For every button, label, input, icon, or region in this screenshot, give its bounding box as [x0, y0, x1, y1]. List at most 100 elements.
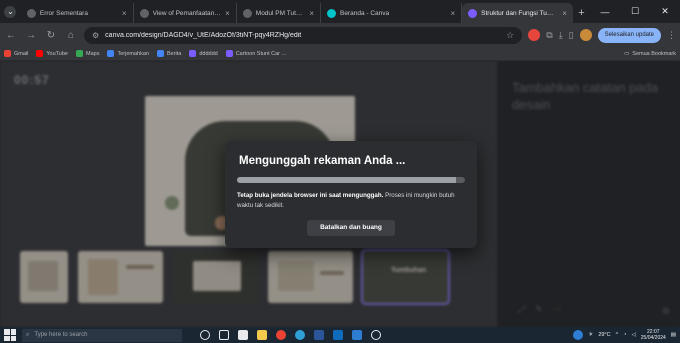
- weather-temp[interactable]: 29°C: [598, 332, 610, 338]
- bookmark-item[interactable]: dddddd: [189, 50, 218, 57]
- tab-close-icon[interactable]: ×: [225, 9, 230, 18]
- news-icon: [156, 50, 164, 57]
- address-bar-row: ← → ↻ ⌂ ⚙ canva.com/design/DAGD4/v_UtE/A…: [0, 23, 680, 47]
- tab-close-icon[interactable]: ×: [450, 9, 455, 18]
- tab-title: Modul PM Tutorial Canva /...: [255, 9, 306, 17]
- cortana-icon[interactable]: [200, 330, 210, 340]
- extensions-puzzle-icon[interactable]: ⧉: [546, 30, 552, 41]
- taskbar-apps: [200, 330, 381, 340]
- youtube-icon: [36, 50, 44, 57]
- browser-tab[interactable]: Modul PM Tutorial Canva /... ×: [237, 3, 321, 23]
- upload-progress-fill: [237, 177, 456, 183]
- bookmark-item[interactable]: Cartoon Stunt Car ...: [225, 50, 287, 57]
- browser-tab-active[interactable]: Struktur dan Fungsi Tumbu... ×: [462, 3, 573, 23]
- clock[interactable]: 22:07 25/04/2024: [641, 329, 666, 341]
- translate-icon: [107, 50, 115, 57]
- outlook-icon[interactable]: [333, 330, 343, 340]
- maximize-button[interactable]: ☐: [620, 0, 650, 23]
- chrome-icon[interactable]: [276, 330, 286, 340]
- bookmarks-bar: Gmail YouTube Maps Terjemahkan Berita dd…: [0, 47, 680, 61]
- chevron-down-icon: ⌄: [4, 5, 17, 18]
- tray-chevron-icon[interactable]: ^: [616, 332, 619, 338]
- browser-tab[interactable]: Error Sementara ×: [21, 3, 134, 23]
- bookmark-label: Gmail: [14, 50, 29, 57]
- file-explorer-icon[interactable]: [257, 330, 267, 340]
- edge-icon[interactable]: [295, 330, 305, 340]
- canva-icon: [225, 50, 233, 57]
- dialog-message: Tetap buka jendela browser ini saat meng…: [237, 191, 462, 210]
- bookmark-star-icon[interactable]: ☆: [506, 30, 514, 41]
- home-icon[interactable]: ⌂: [64, 30, 78, 41]
- help-icon[interactable]: [573, 330, 584, 340]
- back-arrow-icon[interactable]: ←: [4, 30, 18, 41]
- upload-recording-dialog: Mengunggah rekaman Anda ... Tetap buka j…: [225, 141, 477, 248]
- bookmark-label: Maps: [86, 50, 100, 57]
- bookmark-label: dddddd: [199, 50, 218, 57]
- canva-icon: [326, 8, 336, 18]
- taskbar-search-box[interactable]: ⌕ Type here to search: [22, 328, 182, 342]
- dialog-title: Mengunggah rekaman Anda ...: [239, 155, 406, 167]
- bookmark-item[interactable]: Terjemahkan: [107, 50, 149, 57]
- all-bookmarks-label: Semua Bookmark: [632, 50, 676, 57]
- tab-title: Struktur dan Fungsi Tumbu...: [481, 9, 559, 17]
- settings-icon[interactable]: [371, 330, 381, 340]
- tab-search-button[interactable]: ⌄: [0, 0, 21, 23]
- folder-icon: ▭: [624, 50, 630, 57]
- maps-icon: [76, 50, 83, 57]
- new-tab-button[interactable]: +: [573, 3, 590, 23]
- browser-tab[interactable]: View of Pemanfaatan Medi... ×: [134, 3, 237, 23]
- system-tray: ☀ 29°C ^ ◔ ◁ 22:07 25/04/2024 ▤: [573, 329, 676, 341]
- tab-title: Error Sementara: [39, 9, 88, 17]
- canva-editor: 00:57 Tumbuhan Tambahkan catatan pada de…: [0, 61, 680, 327]
- bookmark-label: YouTube: [46, 50, 68, 57]
- cancel-and-discard-button[interactable]: Batalkan dan buang: [307, 220, 395, 236]
- close-window-button[interactable]: ✕: [650, 0, 680, 23]
- browser-tab[interactable]: Beranda - Canva ×: [321, 3, 463, 23]
- tab-close-icon[interactable]: ×: [122, 9, 127, 18]
- bookmark-label: Berita: [166, 50, 182, 57]
- store-icon[interactable]: [238, 330, 248, 340]
- more-menu-icon[interactable]: ⋮: [667, 30, 676, 41]
- bookmark-item[interactable]: Maps: [76, 50, 99, 57]
- reload-icon[interactable]: ↻: [44, 30, 58, 41]
- network-icon[interactable]: ◔: [623, 332, 626, 338]
- windows-taskbar: ⌕ Type here to search ☀ 29°C ^ ◔ ◁ 22:07…: [0, 327, 680, 343]
- taskbar-search-placeholder: Type here to search: [34, 332, 88, 338]
- tab-title: Beranda - Canva: [339, 9, 390, 17]
- bookmark-item[interactable]: YouTube: [36, 50, 68, 57]
- word-icon[interactable]: [314, 330, 324, 340]
- globe-icon: [139, 8, 149, 18]
- address-bar[interactable]: ⚙ canva.com/design/DAGD4/v_UtE/AdozOf/3t…: [84, 26, 523, 44]
- update-button[interactable]: Selesaikan update: [597, 27, 661, 43]
- tab-close-icon[interactable]: ×: [309, 9, 314, 18]
- tab-close-icon[interactable]: ×: [562, 9, 567, 18]
- volume-icon[interactable]: ◁: [632, 332, 636, 338]
- upload-progress-bar: [237, 177, 465, 183]
- screen: ⌄ Error Sementara × View of Pemanfaatan …: [0, 0, 680, 343]
- side-panel-icon[interactable]: ▯: [569, 30, 574, 41]
- weather-icon[interactable]: ☀: [588, 332, 593, 338]
- profile-avatar-icon[interactable]: [579, 29, 592, 41]
- canva-icon: [189, 50, 197, 57]
- notifications-icon[interactable]: ▤: [671, 332, 676, 338]
- site-info-icon[interactable]: ⚙: [92, 31, 99, 40]
- url-text[interactable]: canva.com/design/DAGD4/v_UtE/AdozOf/3tiN…: [105, 32, 500, 39]
- window-controls: — ☐ ✕: [590, 0, 680, 23]
- globe-icon: [242, 8, 252, 18]
- forward-arrow-icon[interactable]: →: [24, 30, 38, 41]
- download-icon[interactable]: ⤓: [559, 30, 563, 41]
- minimize-button[interactable]: —: [590, 0, 620, 23]
- all-bookmarks-button[interactable]: ▭ Semua Bookmark: [624, 51, 676, 57]
- gmail-icon: [4, 50, 11, 57]
- browser-tab-bar: ⌄ Error Sementara × View of Pemanfaatan …: [0, 0, 680, 23]
- clock-date: 25/04/2024: [640, 335, 666, 341]
- bookmark-item[interactable]: Berita: [156, 50, 182, 57]
- bookmark-label: Cartoon Stunt Car ...: [235, 50, 287, 57]
- tab-title: View of Pemanfaatan Medi...: [152, 9, 222, 17]
- extension-icon[interactable]: [528, 29, 541, 41]
- windows-start-icon[interactable]: [4, 329, 16, 341]
- bookmark-item[interactable]: Gmail: [4, 50, 28, 57]
- canva-icon: [468, 8, 478, 18]
- task-view-icon[interactable]: [219, 330, 229, 340]
- mail-icon[interactable]: [352, 330, 362, 340]
